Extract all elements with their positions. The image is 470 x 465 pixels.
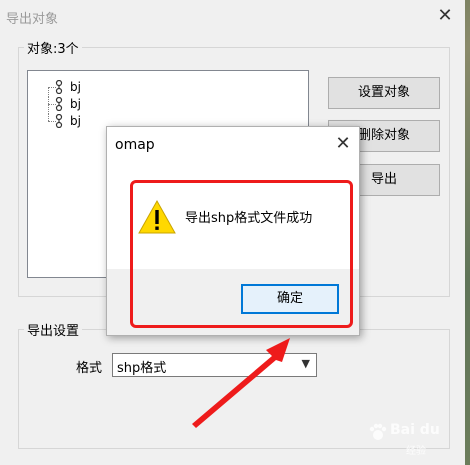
baidu-watermark-logo: Bai du 经验 [368, 418, 466, 458]
annotation-arrow [192, 338, 290, 428]
paw-icon [369, 423, 387, 440]
watermark-text: Bai du [390, 422, 440, 438]
watermark-subtext: 经验 [406, 446, 426, 457]
